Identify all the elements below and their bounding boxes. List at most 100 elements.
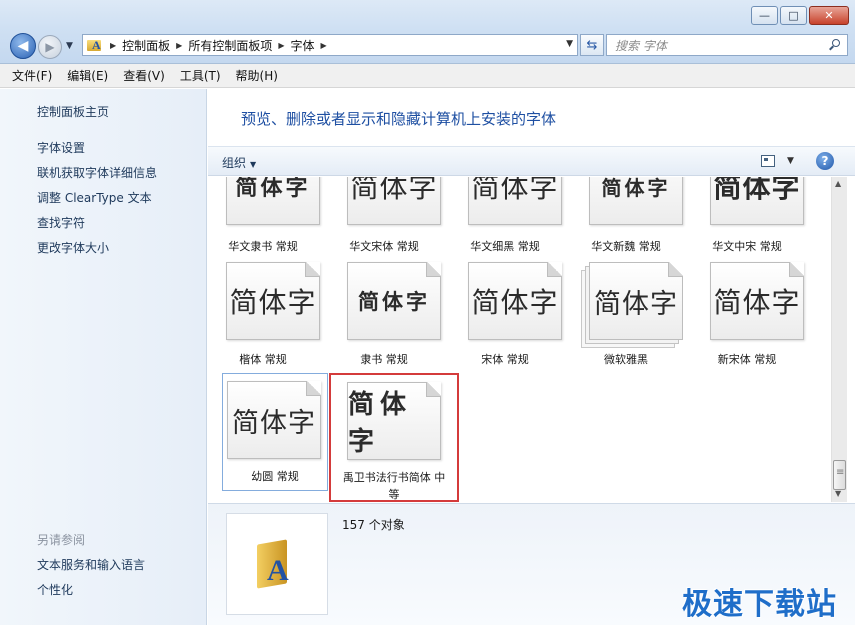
scroll-down-icon[interactable]: ▼ bbox=[835, 489, 841, 498]
font-name: 新宋体 常规 bbox=[717, 353, 777, 366]
font-name: 禹卫书法行书简体 中等 bbox=[342, 471, 446, 501]
link-adjust-cleartype[interactable]: 调整 ClearType 文本 bbox=[37, 189, 152, 206]
breadcrumb-all-items[interactable]: 所有控制面板项 bbox=[188, 37, 272, 54]
back-button[interactable]: ◀ bbox=[10, 33, 36, 59]
main-pane: 预览、删除或者显示和隐藏计算机上安装的字体 组织 ▼ ▼ ? 简体字 华文隶书 常… bbox=[208, 89, 855, 625]
scroll-thumb[interactable] bbox=[833, 460, 846, 490]
chevron-right-icon[interactable]: ▶ bbox=[176, 41, 182, 50]
link-font-info-online[interactable]: 联机获取字体详细信息 bbox=[37, 164, 157, 181]
organize-button[interactable]: 组织 ▼ bbox=[222, 154, 256, 171]
font-item[interactable]: 简体字 新宋体 常规 bbox=[692, 262, 804, 380]
search-input[interactable]: 搜索 字体 bbox=[606, 34, 848, 56]
font-item[interactable]: 简体字 隶书 常规 bbox=[329, 262, 441, 380]
details-thumbnail: A bbox=[226, 513, 328, 615]
font-name: 隶书 常规 bbox=[360, 353, 408, 366]
font-name: 楷体 常规 bbox=[239, 353, 287, 366]
scroll-up-icon[interactable]: ▲ bbox=[835, 179, 841, 188]
font-preview: 简体字 bbox=[227, 381, 321, 459]
font-item[interactable]: 简体字 宋体 常规 bbox=[450, 262, 562, 380]
font-item[interactable]: 简体字 华文隶书 常规 bbox=[208, 177, 320, 265]
sample-text: 简体字 bbox=[713, 286, 801, 319]
address-history-dropdown[interactable]: ▼ bbox=[566, 39, 573, 49]
font-preview: 简体字 bbox=[589, 262, 683, 340]
font-item[interactable]: 简体字 华文中宋 常规 bbox=[692, 177, 804, 265]
chevron-right-icon[interactable]: ▶ bbox=[110, 41, 116, 50]
sample-text: 简体字 bbox=[713, 177, 801, 204]
maximize-icon: □ bbox=[788, 9, 799, 22]
vertical-scrollbar[interactable]: ▲ ▼ bbox=[831, 177, 847, 502]
breadcrumb-fonts[interactable]: 字体 bbox=[291, 37, 315, 54]
menu-edit[interactable]: 编辑(E) bbox=[67, 67, 108, 84]
font-name: 幼圆 常规 bbox=[251, 470, 299, 483]
see-also-header: 另请参阅 bbox=[37, 533, 86, 547]
forward-button[interactable]: ▶ bbox=[38, 35, 62, 59]
font-name: 华文隶书 常规 bbox=[228, 240, 298, 253]
navigation-row: ◀ ▶ ▼ A ▶ 控制面板 ▶ 所有控制面板项 ▶ 字体 ▶ ▼ ⇆ 搜索 字… bbox=[8, 32, 848, 60]
maximize-button[interactable]: □ bbox=[780, 6, 807, 25]
font-item[interactable]: 简体字 楷体 常规 bbox=[208, 262, 320, 380]
menu-bar: 文件(F) 编辑(E) 查看(V) 工具(T) 帮助(H) bbox=[0, 64, 855, 88]
title-bar: — □ ✕ ◀ ▶ ▼ A ▶ 控制面板 ▶ 所有控制面板项 ▶ 字体 ▶ ▼ … bbox=[0, 0, 855, 64]
minimize-button[interactable]: — bbox=[751, 6, 778, 25]
sample-text: 简体字 bbox=[601, 177, 671, 200]
font-preview: 简体字 bbox=[347, 177, 441, 225]
font-name: 华文宋体 常规 bbox=[349, 240, 419, 253]
fonts-list: 简体字 华文隶书 常规 简体字 华文宋体 常规 简体字 华文细黑 常规 简体字 … bbox=[208, 177, 831, 502]
font-item[interactable]: 简体字 微软雅黑 bbox=[571, 262, 683, 380]
fonts-folder-icon: A bbox=[86, 37, 104, 53]
fonts-folder-icon: A bbox=[255, 539, 299, 589]
sample-text: 简体字 bbox=[235, 177, 311, 201]
search-icon[interactable] bbox=[829, 39, 841, 51]
close-icon: ✕ bbox=[824, 9, 834, 22]
sample-text: 简体字 bbox=[350, 177, 438, 204]
font-name: 宋体 常规 bbox=[481, 353, 529, 366]
menu-tools[interactable]: 工具(T) bbox=[180, 67, 221, 84]
sample-text: 简体字 bbox=[594, 288, 678, 320]
font-item-selected[interactable]: 简体字 幼圆 常规 bbox=[222, 373, 328, 491]
help-button[interactable]: ? bbox=[816, 152, 834, 170]
caption-buttons: — □ ✕ bbox=[751, 6, 849, 25]
close-button[interactable]: ✕ bbox=[809, 6, 849, 25]
menu-help[interactable]: 帮助(H) bbox=[236, 67, 278, 84]
sample-text: 简体字 bbox=[471, 177, 559, 204]
font-preview: 简体字 bbox=[347, 382, 441, 460]
address-bar[interactable]: A ▶ 控制面板 ▶ 所有控制面板项 ▶ 字体 ▶ ▼ bbox=[82, 34, 578, 56]
chevron-right-icon[interactable]: ▶ bbox=[278, 41, 284, 50]
font-item[interactable]: 简体字 华文新魏 常规 bbox=[571, 177, 683, 265]
font-preview: 简体字 bbox=[347, 262, 441, 340]
link-font-settings[interactable]: 字体设置 bbox=[37, 139, 85, 156]
arrow-left-icon: ◀ bbox=[17, 38, 29, 54]
view-dropdown-arrow[interactable]: ▼ bbox=[787, 156, 794, 166]
menu-view[interactable]: 查看(V) bbox=[123, 67, 165, 84]
font-preview: 简体字 bbox=[589, 177, 683, 225]
breadcrumb-control-panel[interactable]: 控制面板 bbox=[122, 37, 170, 54]
sample-text: 简体字 bbox=[232, 407, 316, 439]
page-title: 预览、删除或者显示和隐藏计算机上安装的字体 bbox=[241, 110, 557, 128]
navigation-pane: 控制面板主页 字体设置 联机获取字体详细信息 调整 ClearType 文本 查… bbox=[0, 89, 207, 625]
link-text-services[interactable]: 文本服务和输入语言 bbox=[37, 556, 145, 573]
view-options-button[interactable] bbox=[761, 155, 775, 167]
font-name: 华文中宋 常规 bbox=[712, 240, 782, 253]
link-change-font-size[interactable]: 更改字体大小 bbox=[37, 239, 109, 256]
chevron-down-icon: ▼ bbox=[250, 160, 257, 169]
font-preview: 简体字 bbox=[710, 262, 804, 340]
chevron-right-icon[interactable]: ▶ bbox=[321, 41, 327, 50]
font-item[interactable]: 简体字 华文细黑 常规 bbox=[450, 177, 562, 265]
link-find-character[interactable]: 查找字符 bbox=[37, 214, 85, 231]
font-item[interactable]: 简体字 华文宋体 常规 bbox=[329, 177, 441, 265]
font-name: 华文新魏 常规 bbox=[591, 240, 661, 253]
font-preview: 简体字 bbox=[710, 177, 804, 225]
font-item-highlighted[interactable]: 简体字 禹卫书法行书简体 中等 bbox=[329, 373, 459, 502]
sample-text: 简体字 bbox=[229, 286, 317, 319]
search-placeholder: 搜索 字体 bbox=[615, 38, 667, 53]
refresh-button[interactable]: ⇆ bbox=[580, 34, 604, 56]
link-personalization[interactable]: 个性化 bbox=[37, 581, 73, 598]
sample-text: 简体字 bbox=[471, 286, 559, 319]
arrow-right-icon: ▶ bbox=[45, 40, 55, 54]
recent-pages-dropdown[interactable]: ▼ bbox=[66, 41, 73, 51]
menu-file[interactable]: 文件(F) bbox=[12, 67, 52, 84]
item-count: 157 个对象 bbox=[342, 518, 405, 532]
command-bar: 组织 ▼ ▼ ? bbox=[208, 146, 855, 176]
link-control-panel-home[interactable]: 控制面板主页 bbox=[37, 103, 109, 120]
minimize-icon: — bbox=[759, 9, 770, 22]
